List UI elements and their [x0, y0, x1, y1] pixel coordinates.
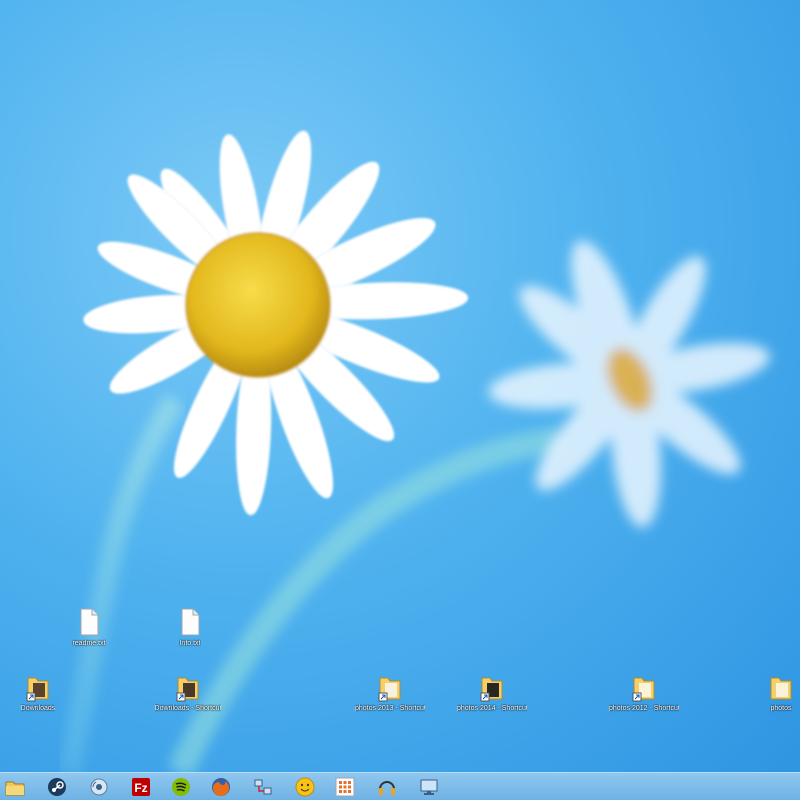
- taskbar-button-headphones-app[interactable]: [372, 775, 402, 799]
- daisy-wallpaper: [59, 130, 770, 772]
- icon-label: photos 2014 - Shortcut: [457, 705, 527, 712]
- taskbar-button-network-tool[interactable]: [248, 775, 278, 799]
- smiley-icon: [295, 777, 315, 797]
- svg-text:Fz: Fz: [134, 781, 147, 795]
- icon-label: Downloads: [20, 705, 56, 712]
- desktop-icon-photos-2012[interactable]: photos 2012 - Shortcut (2): [609, 672, 679, 713]
- folder-icon: [5, 781, 25, 796]
- filezilla-icon: Fz: [132, 778, 150, 796]
- desktop-icon-photos-2014[interactable]: photos 2014 - Shortcut: [457, 672, 527, 713]
- monitor-icon: [420, 779, 438, 795]
- icon-label: readme.txt: [72, 640, 106, 647]
- taskbar-button-messenger[interactable]: [290, 775, 320, 799]
- taskbar: Fz: [0, 772, 800, 800]
- speaker-icon: [90, 778, 108, 796]
- desktop[interactable]: readme.txt Info.txt Downloads Downloads …: [0, 0, 800, 772]
- network-icon: [254, 779, 272, 795]
- icon-label: photos: [770, 705, 792, 712]
- desktop-icon-downloads-shortcut[interactable]: Downloads - Shortcut: [154, 672, 222, 713]
- desktop-icon-photos-2013[interactable]: photos 2013 - Shortcut: [355, 672, 425, 713]
- taskbar-button-filezilla[interactable]: Fz: [126, 775, 156, 799]
- folder-shortcut-icon: [378, 677, 401, 702]
- icon-label: photos 2013 - Shortcut: [355, 705, 425, 712]
- icon-label: photos 2012 - Shortcut (2): [609, 705, 679, 712]
- taskbar-button-sound-app[interactable]: [84, 775, 114, 799]
- folder-shortcut-icon: [176, 677, 199, 702]
- spotify-icon: [172, 778, 190, 796]
- icon-label: Downloads - Shortcut: [154, 705, 222, 712]
- taskbar-button-spotify[interactable]: [166, 775, 196, 799]
- taskbar-button-steam[interactable]: [42, 775, 72, 799]
- icon-label: Info.txt: [179, 640, 201, 647]
- firefox-icon: [212, 778, 230, 796]
- taskbar-button-apps-grid[interactable]: [330, 775, 360, 799]
- desktop-icon-photos[interactable]: photos: [762, 672, 800, 713]
- folder-shortcut-icon: [770, 677, 792, 700]
- headphones-icon: [379, 781, 395, 795]
- desktop-icon-downloads[interactable]: Downloads: [6, 672, 70, 713]
- document-icon: [80, 608, 99, 636]
- desktop-icon-info[interactable]: Info.txt: [158, 607, 222, 648]
- desktop-icon-readme[interactable]: readme.txt: [57, 607, 121, 648]
- taskbar-button-firefox[interactable]: [206, 775, 236, 799]
- grid-icon: [335, 777, 355, 797]
- folder-shortcut-icon: [632, 677, 655, 702]
- document-icon: [181, 608, 200, 636]
- taskbar-button-desktop-app[interactable]: [414, 775, 444, 799]
- steam-icon: [48, 778, 66, 796]
- folder-shortcut-icon: [26, 677, 49, 702]
- folder-shortcut-icon: [480, 677, 503, 702]
- taskbar-button-file-explorer[interactable]: [0, 775, 30, 799]
